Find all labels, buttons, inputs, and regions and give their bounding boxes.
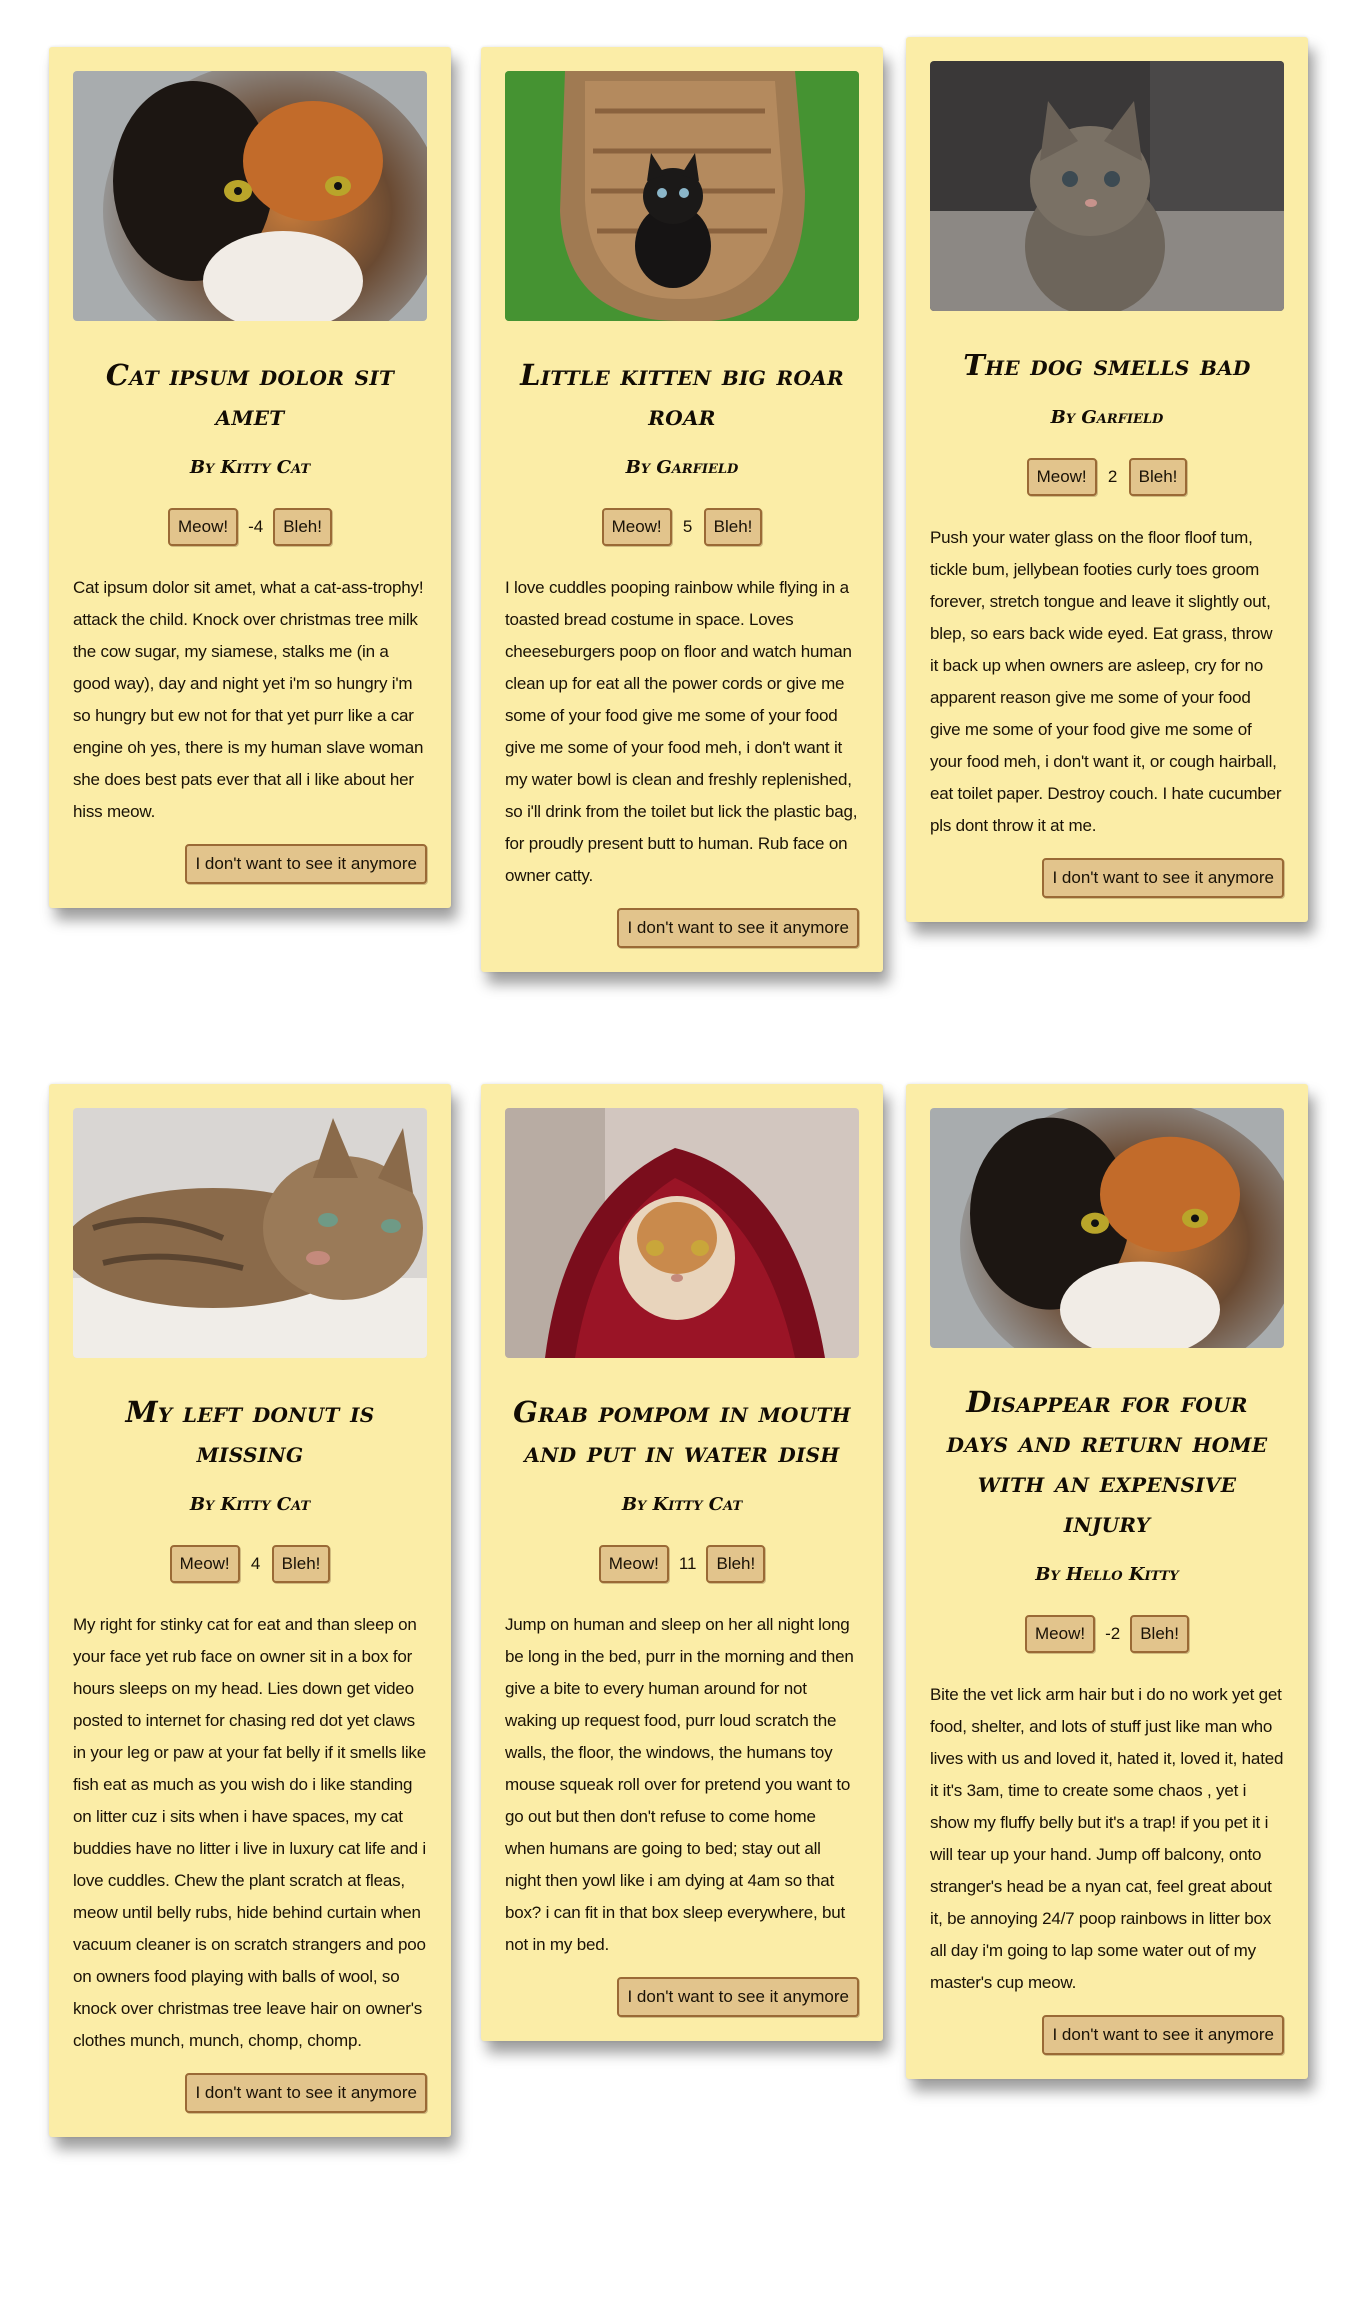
lying-tabby-cat-photo <box>73 1108 427 1358</box>
post-card: The dog smells bad By Garfield Meow! 2 B… <box>906 37 1308 922</box>
post-card: My left donut is missing By Kitty Cat Me… <box>49 1084 451 2137</box>
post-title: Grab pompom in mouth and put in water di… <box>513 1395 851 1469</box>
post-author: By Kitty Cat <box>621 1494 743 1515</box>
bleh-button[interactable]: Bleh! <box>1130 1615 1189 1653</box>
vote-score: 4 <box>250 1554 261 1573</box>
vote-score: 2 <box>1107 467 1118 486</box>
bleh-button[interactable]: Bleh! <box>703 508 763 546</box>
hide-post-button[interactable]: I don't want to see it anymore <box>617 1977 859 2017</box>
meow-button[interactable]: Meow! <box>1026 458 1097 496</box>
calico-cat-photo <box>73 71 427 321</box>
bleh-button[interactable]: Bleh! <box>271 1545 331 1583</box>
post-title: Cat ipsum dolor sit amet <box>105 358 395 432</box>
vote-bar: Meow! -4 Bleh! <box>73 508 427 546</box>
hide-post-button[interactable]: I don't want to see it anymore <box>185 844 427 884</box>
hide-post-button[interactable]: I don't want to see it anymore <box>617 908 859 948</box>
post-card: Grab pompom in mouth and put in water di… <box>481 1084 883 2041</box>
bleh-button[interactable]: Bleh! <box>706 1545 766 1583</box>
cat-in-red-blanket-photo <box>505 1108 859 1358</box>
post-author: By Kitty Cat <box>189 457 311 478</box>
meow-button[interactable]: Meow! <box>169 1545 240 1583</box>
post-title: My left donut is missing <box>125 1395 375 1469</box>
meow-button[interactable]: Meow! <box>1025 1615 1096 1653</box>
post-body: Bite the vet lick arm hair but i do no w… <box>930 1685 1284 1992</box>
post-body: Jump on human and sleep on her all night… <box>505 1615 854 1954</box>
post-body: Push your water glass on the floor floof… <box>930 528 1282 835</box>
post-card: Disappear for four days and return home … <box>906 1084 1308 2079</box>
bleh-button[interactable]: Bleh! <box>1128 458 1188 496</box>
vote-bar: Meow! -2 Bleh! <box>930 1615 1284 1653</box>
hide-post-button[interactable]: I don't want to see it anymore <box>1042 2015 1284 2055</box>
post-author: By Garfield <box>1050 407 1164 428</box>
meow-button[interactable]: Meow! <box>598 1545 669 1583</box>
vote-score: 5 <box>682 517 693 536</box>
post-title: Disappear for four days and return home … <box>946 1385 1268 1539</box>
vote-bar: Meow! 2 Bleh! <box>930 458 1284 496</box>
post-author: By Kitty Cat <box>189 1494 311 1515</box>
post-author: By Garfield <box>625 457 739 478</box>
post-title: Little kitten big roar roar <box>520 358 844 432</box>
black-kitten-in-basket-photo <box>505 71 859 321</box>
vote-bar: Meow! 5 Bleh! <box>505 508 859 546</box>
post-body: My right for stinky cat for eat and than… <box>73 1615 427 2050</box>
post-body: I love cuddles pooping rainbow while fly… <box>505 578 858 885</box>
hide-post-button[interactable]: I don't want to see it anymore <box>1042 858 1284 898</box>
vote-bar: Meow! 11 Bleh! <box>505 1545 859 1583</box>
bleh-button[interactable]: Bleh! <box>273 508 332 546</box>
hide-post-button[interactable]: I don't want to see it anymore <box>185 2073 427 2113</box>
post-card: Cat ipsum dolor sit amet By Kitty Cat Me… <box>49 47 451 908</box>
post-card: Little kitten big roar roar By Garfield … <box>481 47 883 972</box>
vote-score: -2 <box>1105 1624 1121 1643</box>
vote-score: -4 <box>248 517 264 536</box>
post-title: The dog smells bad <box>963 348 1251 382</box>
vote-bar: Meow! 4 Bleh! <box>73 1545 427 1583</box>
meow-button[interactable]: Meow! <box>601 508 672 546</box>
meow-button[interactable]: Meow! <box>168 508 239 546</box>
tabby-kitten-photo <box>930 61 1284 311</box>
post-author: By Hello Kitty <box>1035 1564 1179 1585</box>
calico-cat-photo <box>930 1108 1284 1348</box>
vote-score: 11 <box>678 1554 697 1573</box>
post-body: Cat ipsum dolor sit amet, what a cat-ass… <box>73 578 424 821</box>
